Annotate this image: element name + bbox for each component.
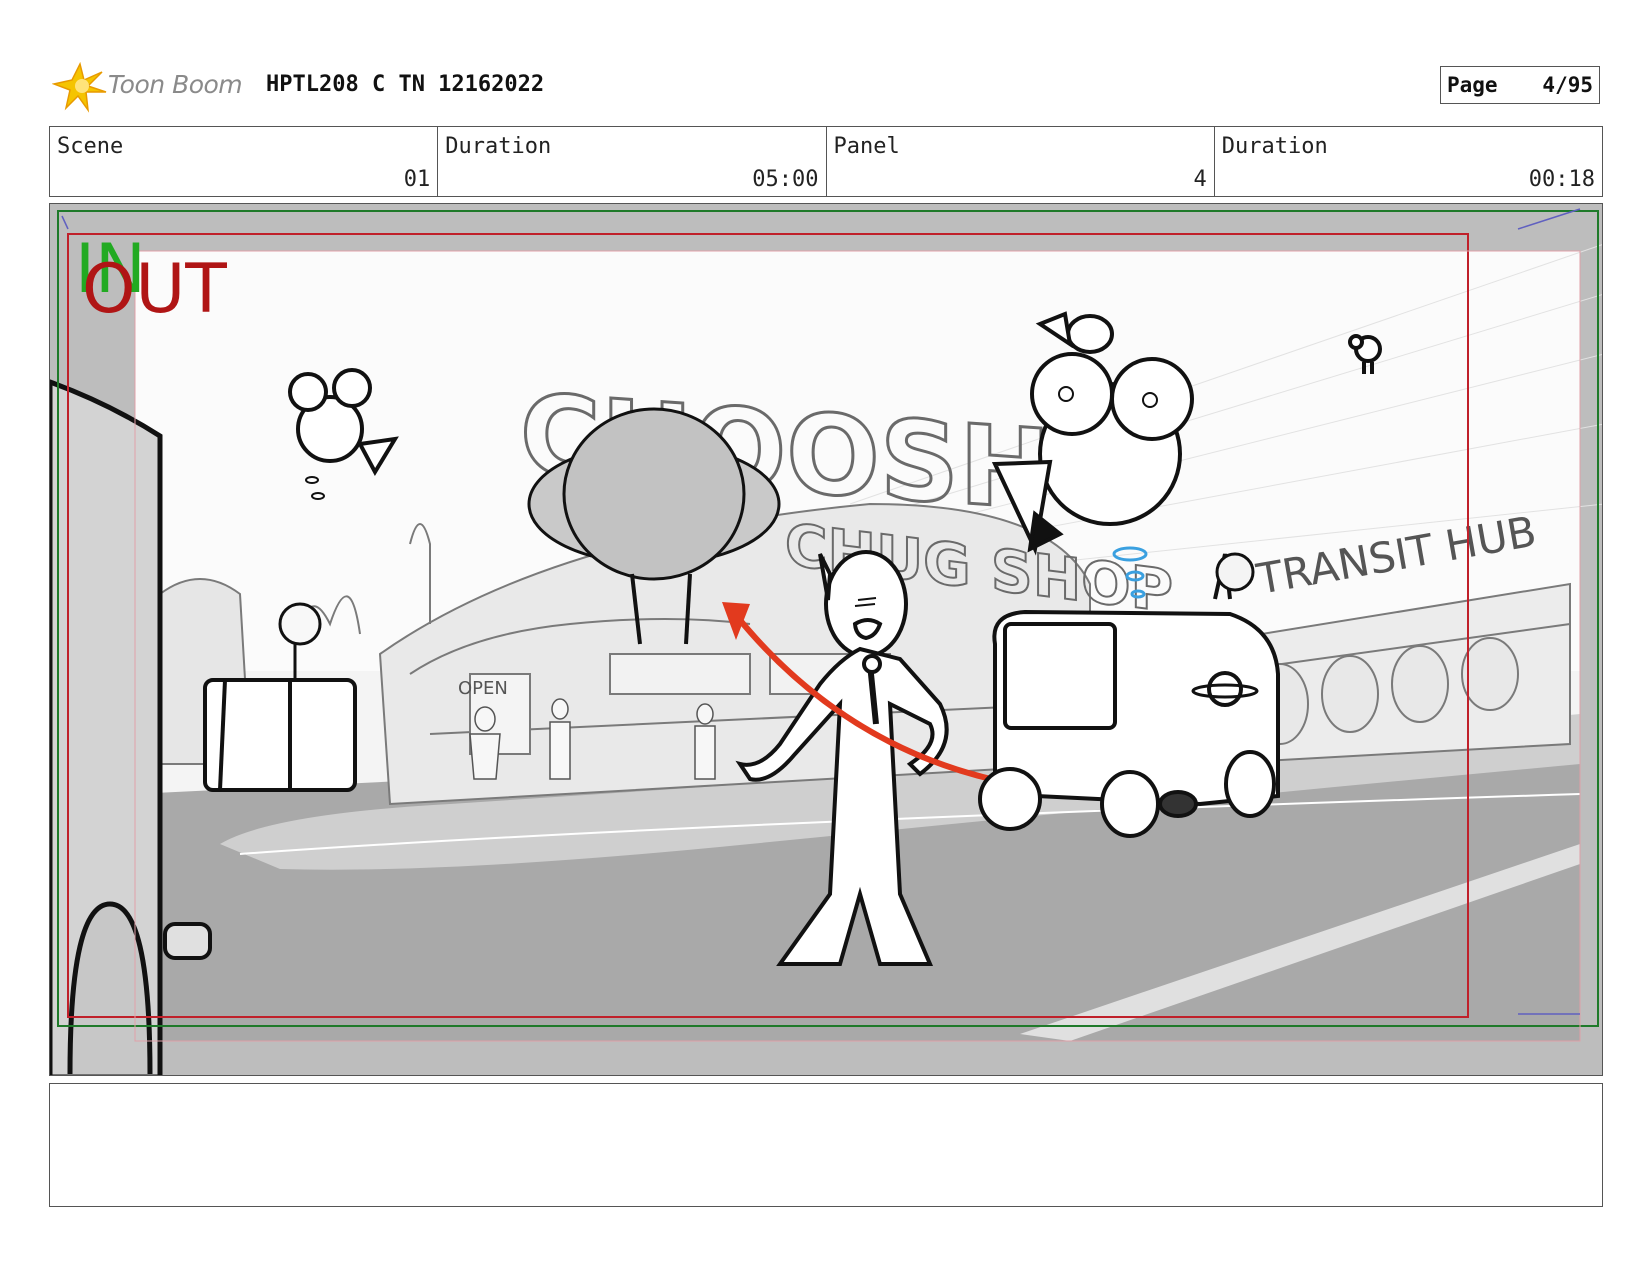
- logo-text: Toon Boom: [108, 70, 243, 99]
- scene-duration-cell: Duration 05:00: [438, 127, 827, 196]
- toon-boom-star-icon: [51, 61, 107, 113]
- panel-duration-value: 00:18: [1528, 167, 1595, 192]
- toon-boom-logo: Toon Boom: [51, 58, 252, 114]
- panel-duration-label: Duration: [1221, 134, 1328, 159]
- page-value: 4/95: [1542, 73, 1593, 97]
- scene-duration-label: Duration: [445, 134, 552, 159]
- scene-duration-value: 05:00: [752, 167, 819, 192]
- document-title: HPTL208 C TN 12162022: [266, 72, 545, 97]
- panel-label: Panel: [833, 134, 900, 159]
- notes-area[interactable]: [49, 1083, 1603, 1207]
- scene-value: 01: [403, 167, 431, 192]
- page-indicator: Page 4/95: [1440, 66, 1600, 104]
- sign-open-text: OPEN: [458, 678, 508, 699]
- panel-number-cell: Panel 4: [827, 127, 1215, 196]
- out-label: OUT: [82, 250, 227, 329]
- panel-duration-cell: Duration 00:18: [1215, 127, 1602, 196]
- scene-cell: Scene 01: [50, 127, 439, 196]
- storyboard-panel: CHOOSH'S CHUG SHOP TRANSIT HUB OPEN IN O…: [49, 203, 1603, 1076]
- page-label: Page: [1447, 73, 1498, 97]
- scene-label: Scene: [57, 134, 124, 159]
- panel-drawing: CHOOSH'S CHUG SHOP TRANSIT HUB OPEN IN O…: [50, 204, 1602, 1075]
- panel-value: 4: [1193, 167, 1207, 192]
- panel-info-table: Scene 01 Duration 05:00 Panel 4 Duration…: [49, 126, 1603, 197]
